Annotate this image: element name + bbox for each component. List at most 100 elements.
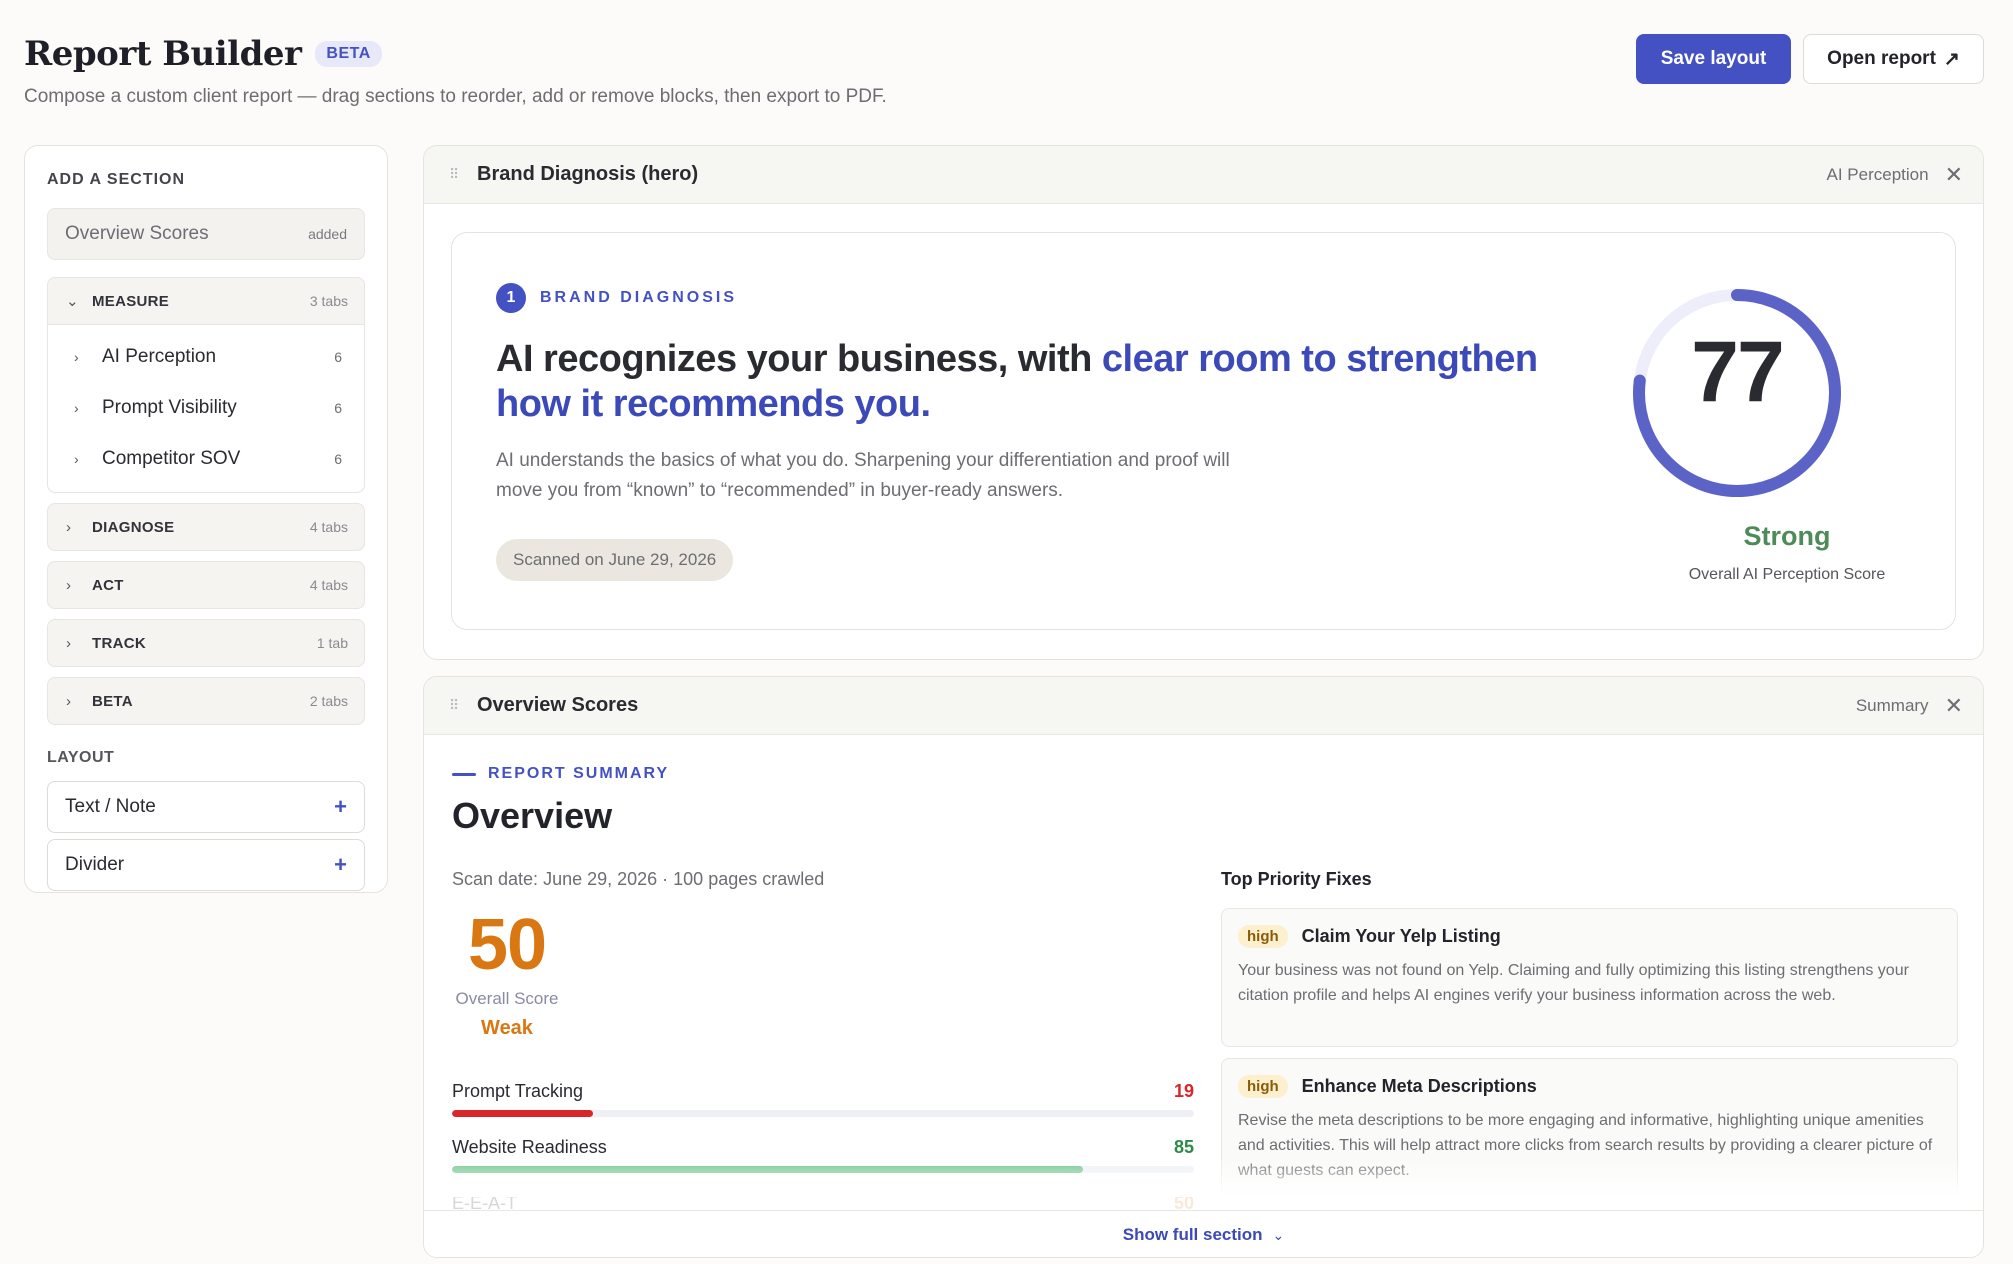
- page-subtitle: Compose a custom client report — drag se…: [24, 86, 887, 107]
- scan-date-pill: Scanned on June 29, 2026: [496, 539, 734, 581]
- group-diagnose-toggle[interactable]: › DIAGNOSE 4 tabs: [48, 504, 364, 550]
- show-full-section-button[interactable]: Show full section ⌄: [424, 1210, 1983, 1257]
- hero-headline: AI recognizes your business, with clear …: [496, 337, 1616, 427]
- card-title: Overview Scores: [477, 694, 639, 716]
- group-name: DIAGNOSE: [92, 518, 175, 536]
- section-item-label: Overview Scores: [65, 223, 209, 244]
- score-rating: Strong: [1743, 521, 1831, 551]
- group-name: TRACK: [92, 634, 146, 652]
- layout-item-label: Text / Note: [65, 796, 156, 817]
- save-layout-button[interactable]: Save layout: [1636, 34, 1791, 84]
- top-priority-fixes: Top Priority Fixes high Claim Your Yelp …: [1221, 869, 1958, 1197]
- added-tag: added: [308, 226, 347, 242]
- group-beta-toggle[interactable]: › BETA 2 tabs: [48, 678, 364, 724]
- group-count: 4 tabs: [309, 519, 348, 535]
- overall-score: 50 Overall Score Weak: [452, 905, 562, 1040]
- show-full-section-label: Show full section: [1122, 1225, 1263, 1244]
- priority-badge: high: [1238, 1075, 1288, 1098]
- group-count: 4 tabs: [309, 577, 348, 593]
- sidebar-item-ai-perception[interactable]: › AI Perception 6: [48, 331, 364, 382]
- card-kind: AI Perception: [1826, 164, 1929, 184]
- score-value: 77: [1691, 324, 1785, 420]
- header-actions: Save layout Open report ↗: [1636, 34, 1984, 84]
- overview-scores-card: ⠿ Overview Scores Summary ✕ REPORT SUMMA…: [423, 676, 1984, 1258]
- score-bar-label: Website Readiness: [452, 1137, 607, 1157]
- group-count: 3 tabs: [309, 293, 348, 309]
- add-text-note-button[interactable]: Text / Note +: [47, 781, 365, 833]
- fixes-heading: Top Priority Fixes: [1221, 869, 1372, 889]
- score-caption: Overall AI Perception Score: [1688, 566, 1886, 583]
- score-bar-value: 85: [1173, 1137, 1194, 1157]
- group-measure: ⌄ MEASURE 3 tabs › AI Perception 6 › Pro…: [47, 277, 365, 493]
- group-count: 2 tabs: [309, 693, 348, 709]
- kicker-rule: [452, 772, 476, 776]
- group-track-toggle[interactable]: › TRACK 1 tab: [48, 620, 364, 666]
- chevron-right-icon: ›: [66, 692, 71, 710]
- fix-description: Your business was not found on Yelp. Cla…: [1238, 962, 1909, 1004]
- beta-badge: BETA: [315, 41, 382, 67]
- card-kind: Summary: [1855, 695, 1929, 715]
- group-name: BETA: [92, 692, 133, 710]
- headline-plain: AI recognizes your business, with: [496, 338, 1102, 380]
- layout-item-label: Divider: [65, 854, 125, 875]
- sidebar-item-count: 6: [334, 450, 342, 467]
- plus-icon: +: [334, 852, 347, 877]
- score-bar-value: 19: [1173, 1081, 1194, 1101]
- overall-score-value: 50: [467, 905, 547, 985]
- chevron-down-icon: ⌄: [66, 293, 79, 310]
- score-bar-label: Prompt Tracking: [452, 1081, 584, 1101]
- group-name: MEASURE: [92, 292, 170, 310]
- open-report-button[interactable]: Open report ↗: [1803, 34, 1984, 84]
- sidebar-item-label: AI Perception: [102, 345, 217, 367]
- drag-handle-icon[interactable]: ⠿: [449, 166, 477, 183]
- content-fade: [424, 1157, 1983, 1197]
- sidebar-item-label: Prompt Visibility: [102, 396, 237, 418]
- step-number: 1: [496, 283, 526, 313]
- fix-title: Claim Your Yelp Listing: [1301, 926, 1501, 946]
- brand-hero: 1 BRAND DIAGNOSIS AI recognizes your bus…: [451, 232, 1956, 630]
- brand-diagnosis-card: ⠿ Brand Diagnosis (hero) AI Perception ✕…: [423, 145, 1984, 660]
- group-act-toggle[interactable]: › ACT 4 tabs: [48, 562, 364, 608]
- group-act[interactable]: › ACT 4 tabs: [47, 561, 365, 609]
- group-beta[interactable]: › BETA 2 tabs: [47, 677, 365, 725]
- page-header: Report Builder BETA Compose a custom cli…: [24, 34, 1984, 114]
- group-track[interactable]: › TRACK 1 tab: [47, 619, 365, 667]
- priority-badge: high: [1238, 925, 1288, 948]
- overall-score-label: Overall Score: [455, 989, 559, 1008]
- group-count: 1 tab: [316, 635, 348, 651]
- sidebar-item-count: 6: [334, 399, 342, 416]
- sidebar-item-label: Competitor SOV: [102, 447, 241, 469]
- chevron-right-icon: ›: [74, 399, 79, 416]
- add-divider-button[interactable]: Divider +: [47, 839, 365, 891]
- chevron-right-icon: ›: [66, 576, 71, 594]
- overview-heading: Overview: [452, 795, 613, 836]
- sidebar-item-competitor-sov[interactable]: › Competitor SOV 6: [48, 433, 364, 484]
- group-diagnose[interactable]: › DIAGNOSE 4 tabs: [47, 503, 365, 551]
- fix-title: Enhance Meta Descriptions: [1301, 1076, 1537, 1096]
- overall-score-rating: Weak: [481, 1017, 533, 1039]
- score-bar-prompt-tracking: Prompt Tracking 19: [452, 1081, 1194, 1137]
- chevron-right-icon: ›: [74, 450, 79, 467]
- chevron-right-icon: ›: [74, 348, 79, 365]
- group-measure-toggle[interactable]: ⌄ MEASURE 3 tabs: [48, 278, 364, 324]
- page-title: Report Builder: [24, 34, 302, 74]
- layout-heading: LAYOUT: [47, 749, 115, 766]
- drag-handle-icon[interactable]: ⠿: [449, 697, 477, 714]
- close-icon[interactable]: ✕: [1945, 162, 1963, 188]
- kicker-label: REPORT SUMMARY: [488, 765, 670, 782]
- hero-body: AI understands the basics of what you do…: [496, 450, 1230, 501]
- score-bar-track: [452, 1110, 1194, 1117]
- open-report-label: Open report: [1827, 48, 1936, 69]
- card-title: Brand Diagnosis (hero): [477, 163, 699, 185]
- plus-icon: +: [334, 794, 347, 819]
- card-header: ⠿ Overview Scores Summary ✕: [424, 677, 1983, 735]
- sidebar-item-prompt-visibility[interactable]: › Prompt Visibility 6: [48, 382, 364, 433]
- close-icon[interactable]: ✕: [1945, 693, 1963, 719]
- add-section-panel: ADD A SECTION Overview Scores added ⌄ ME…: [24, 145, 388, 893]
- score-bar-fill: [452, 1110, 593, 1117]
- chevron-down-icon: ⌄: [1272, 1226, 1285, 1243]
- external-link-icon: ↗: [1943, 48, 1960, 70]
- hero-kicker: 1 BRAND DIAGNOSIS: [496, 283, 737, 313]
- section-item-overview-scores: Overview Scores added: [47, 208, 365, 260]
- chevron-right-icon: ›: [66, 518, 71, 536]
